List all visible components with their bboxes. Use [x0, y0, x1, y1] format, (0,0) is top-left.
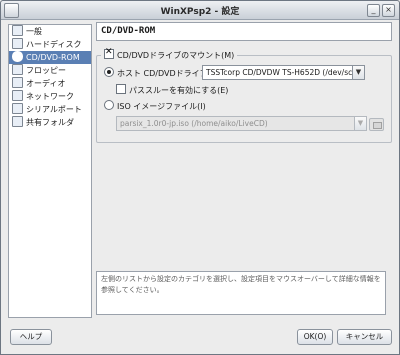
iso-image-value: parsix_1.0r0-jp.iso (/home/aiko/LiveCD) [120, 119, 268, 128]
sidebar-item-label: CD/DVD-ROM [26, 53, 80, 62]
iso-image-radio[interactable]: ISO イメージファイル(I) [104, 100, 206, 112]
harddisk-icon [12, 38, 23, 49]
mount-checkbox-box[interactable] [104, 47, 114, 59]
help-button[interactable]: ヘルプ [10, 329, 52, 345]
ok-button[interactable]: OK(O) [297, 329, 333, 345]
host-drive-value: TSSTcorp CD/DVDW TS-H652D (/dev/scd0) [206, 68, 365, 77]
sidebar-item-label: フロッピー [26, 66, 66, 75]
sidebar-item-serial[interactable]: シリアルポート [9, 103, 91, 116]
iso-image-label: ISO イメージファイル(I) [117, 102, 206, 111]
host-drive-select[interactable]: TSSTcorp CD/DVDW TS-H652D (/dev/scd0) ▼ [202, 65, 365, 80]
sidebar-item-shared-folder[interactable]: 共有フォルダ [9, 116, 91, 129]
audio-icon [12, 77, 23, 88]
passthrough-label: パススルーを有効にする(E) [129, 86, 229, 95]
sidebar-item-label: シリアルポート [26, 105, 82, 114]
browse-folder-button[interactable] [369, 118, 384, 131]
chevron-down-icon[interactable]: ▼ [354, 117, 366, 130]
passthrough-checkbox[interactable]: パススルーを有効にする(E) [116, 84, 228, 96]
iso-image-select[interactable]: parsix_1.0r0-jp.iso (/home/aiko/LiveCD) … [116, 116, 367, 131]
folder-icon [373, 122, 382, 129]
sidebar-item-label: オーディオ [26, 79, 66, 88]
close-icon[interactable]: × [382, 4, 395, 17]
sidebar-item-cdrom[interactable]: CD/DVD-ROM [9, 51, 91, 64]
window-title: WinXPsp2 - 設定 [160, 7, 240, 17]
sidebar-item-label: 一般 [26, 27, 42, 36]
mount-checkbox-label: CD/DVDドライブのマウント(M) [117, 51, 235, 60]
floppy-icon [12, 64, 23, 75]
host-drive-radio-button[interactable] [104, 67, 114, 77]
shared-folder-icon [12, 116, 23, 127]
sidebar-item-label: ハードディスク [26, 40, 82, 49]
page-title: CD/DVD-ROM [96, 22, 392, 41]
info-panel: 左側のリストから設定のカテゴリを選択し、設定項目をマウスオーバーして詳細な情報を… [96, 271, 386, 315]
category-list[interactable]: 一般 ハードディスク CD/DVD-ROM フロッピー オーディオ ネットワーク… [8, 24, 92, 318]
cancel-button[interactable]: キャンセル [337, 329, 392, 345]
sidebar-item-audio[interactable]: オーディオ [9, 77, 91, 90]
sidebar-item-network[interactable]: ネットワーク [9, 90, 91, 103]
mount-checkbox[interactable]: CD/DVDドライブのマウント(M) [101, 47, 238, 61]
network-icon [12, 90, 23, 101]
sidebar-item-harddisk[interactable]: ハードディスク [9, 38, 91, 51]
serial-port-icon [12, 103, 23, 114]
chevron-down-icon[interactable]: ▼ [352, 66, 364, 79]
sidebar-item-general[interactable]: 一般 [9, 25, 91, 38]
title-bar[interactable]: WinXPsp2 - 設定 _ × [1, 1, 399, 20]
minimize-icon[interactable]: _ [367, 4, 380, 17]
iso-image-radio-button[interactable] [104, 100, 114, 110]
passthrough-checkbox-box[interactable] [116, 84, 126, 94]
settings-icon [12, 25, 23, 36]
sidebar-item-floppy[interactable]: フロッピー [9, 64, 91, 77]
sidebar-item-label: 共有フォルダ [26, 118, 74, 127]
cdrom-icon [12, 51, 23, 62]
sidebar-item-label: ネットワーク [26, 92, 74, 101]
